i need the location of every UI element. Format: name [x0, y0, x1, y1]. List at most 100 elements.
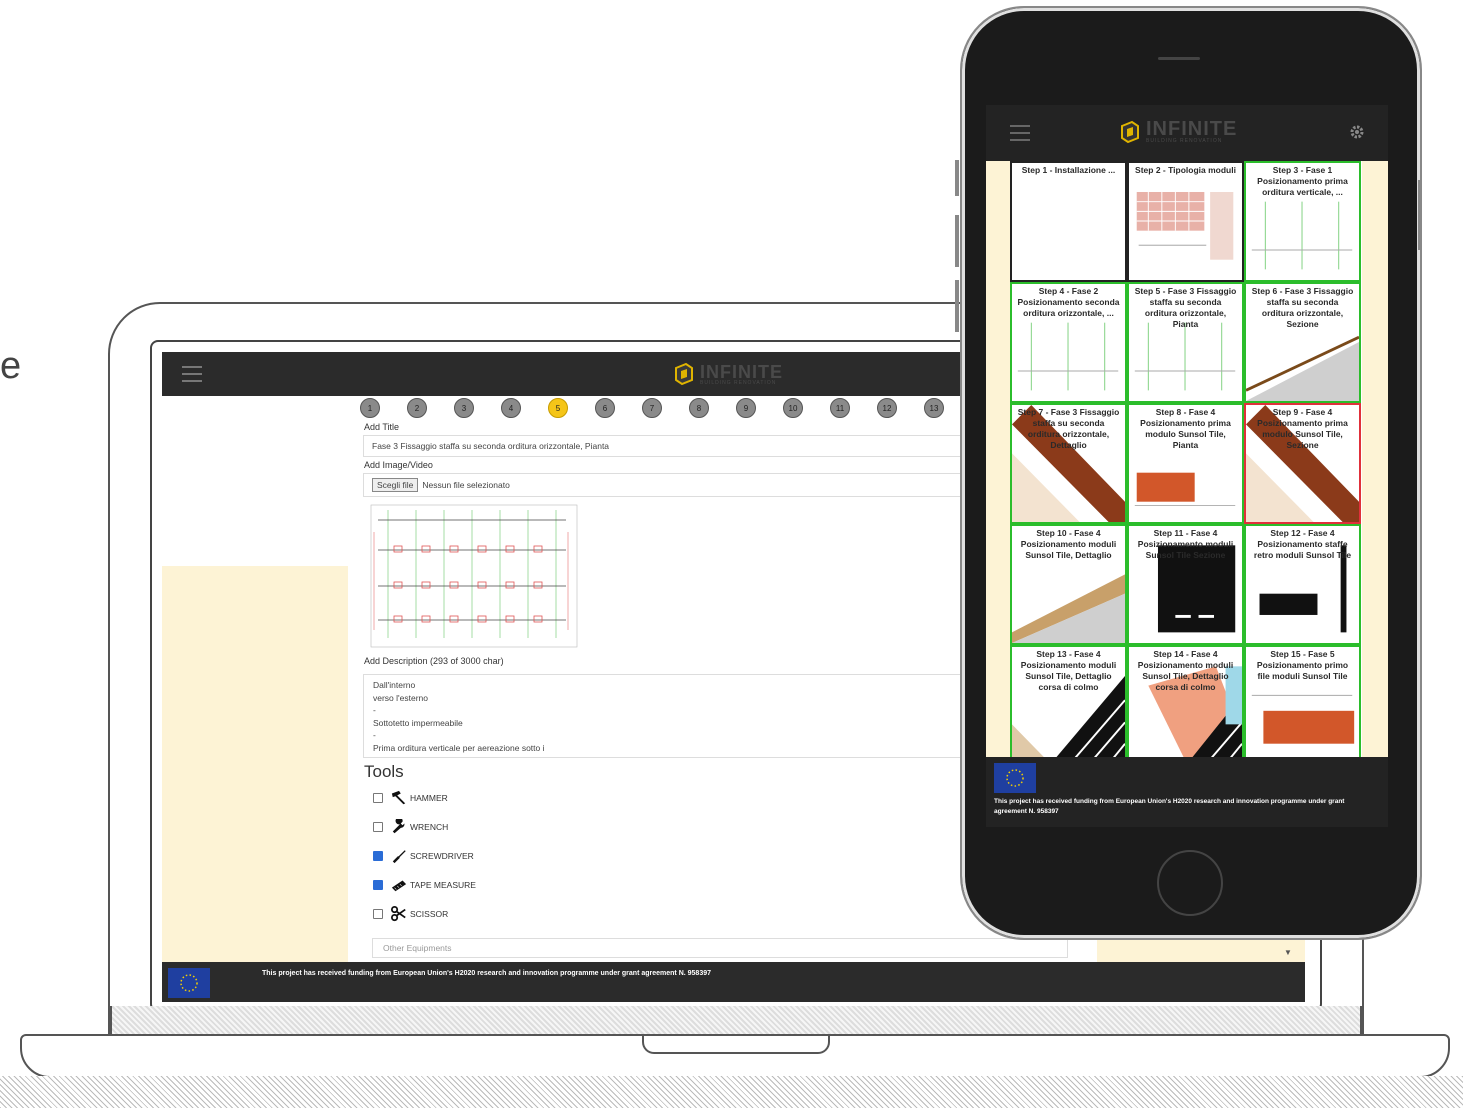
laptop-shadow: [0, 1076, 1463, 1108]
phone-volume-down: [955, 280, 959, 332]
step-1-button[interactable]: 1: [360, 398, 380, 418]
step-card[interactable]: Step 11 - Fase 4 Posizionamento moduli S…: [1127, 524, 1244, 645]
tool-option: HAMMER: [373, 790, 448, 806]
tool-label: WRENCH: [410, 822, 449, 832]
menu-icon[interactable]: [182, 366, 202, 382]
eu-flag-icon: [994, 763, 1036, 793]
tool-label: SCISSOR: [410, 909, 449, 919]
step-card-title: Step 10 - Fase 4 Posizionamento moduli S…: [1020, 528, 1117, 560]
app-footer: This project has received funding from E…: [162, 962, 1305, 1002]
step-card-title: Step 14 - Fase 4 Posizionamento moduli S…: [1137, 649, 1234, 692]
other-equipments-input[interactable]: Other Equipments: [372, 938, 1068, 958]
gear-icon[interactable]: [1348, 123, 1366, 141]
step-card[interactable]: Step 4 - Fase 2 Posizionamento seconda o…: [1010, 282, 1127, 403]
tool-checkbox[interactable]: [373, 909, 383, 919]
step-card-thumbnail: [1012, 163, 1125, 280]
step-8-button[interactable]: 8: [689, 398, 709, 418]
phone-home-button[interactable]: [1157, 850, 1223, 916]
step-card[interactable]: Step 6 - Fase 3 Fissaggio staffa su seco…: [1244, 282, 1361, 403]
scroll-caret-icon[interactable]: ▼: [1284, 948, 1292, 957]
funding-notice: This project has received funding from E…: [262, 970, 712, 977]
tool-checkbox[interactable]: [373, 793, 383, 803]
eu-flag-icon: [168, 968, 210, 998]
step-3-button[interactable]: 3: [454, 398, 474, 418]
step-card[interactable]: Step 2 - Tipologia moduli: [1127, 161, 1244, 282]
phone-mute-switch: [955, 160, 959, 196]
logo-tagline: BUILDING RENOVATION: [700, 379, 777, 386]
logo-word: INFINITE: [1146, 118, 1238, 140]
step-card[interactable]: Step 15 - Fase 5 Posizionamento primo fi…: [1244, 645, 1361, 766]
mobile-right-panel: [1362, 161, 1388, 761]
tool-option: SCISSOR: [373, 906, 448, 922]
step-card-grid: Step 1 - Installazione ... Step 2 - Tipol…: [1010, 161, 1362, 766]
wrench-icon: [392, 819, 405, 834]
step-7-button[interactable]: 7: [642, 398, 662, 418]
tape-measure-icon: [391, 880, 407, 892]
phone-speaker: [1158, 57, 1200, 60]
tool-checkbox[interactable]: [373, 880, 383, 890]
step-card-title: Step 3 - Fase 1 Posizionamento prima ord…: [1257, 165, 1348, 197]
phone-power-button: [1418, 180, 1422, 250]
mobile-footer: This project has received funding from E…: [986, 757, 1388, 827]
step-card[interactable]: Step 5 - Fase 3 Fissaggio staffa su seco…: [1127, 282, 1244, 403]
step-card-title: Step 12 - Fase 4 Posizionamento staffe r…: [1253, 528, 1352, 560]
step-card-title: Step 4 - Fase 2 Posizionamento seconda o…: [1017, 286, 1120, 318]
step-card[interactable]: Step 9 - Fase 4 Posizionamento prima mod…: [1244, 403, 1361, 524]
step-navigator: 1234567891011121314: [360, 398, 1018, 418]
left-panel: [162, 566, 348, 962]
scissor-icon: [391, 906, 406, 922]
media-label: Add Image/Video: [364, 460, 433, 470]
tool-checkbox[interactable]: [373, 851, 383, 861]
logo-mark-icon: [1121, 120, 1139, 143]
menu-icon[interactable]: [1010, 125, 1030, 141]
choose-file-button[interactable]: Scegli file: [372, 478, 419, 492]
step-2-button[interactable]: 2: [407, 398, 427, 418]
step-card[interactable]: Step 13 - Fase 4 Posizionamento moduli S…: [1010, 645, 1127, 766]
step-6-button[interactable]: 6: [595, 398, 615, 418]
step-card-thumbnail: [1136, 192, 1234, 260]
step-4-button[interactable]: 4: [501, 398, 521, 418]
tool-checkbox[interactable]: [373, 822, 383, 832]
title-label: Add Title: [364, 422, 400, 432]
step-13-button[interactable]: 13: [924, 398, 944, 418]
step-card[interactable]: Step 8 - Fase 4 Posizionamento prima mod…: [1127, 403, 1244, 524]
step-card-title: Step 2 - Tipologia moduli: [1135, 165, 1236, 175]
step-card[interactable]: Step 1 - Installazione ...: [1010, 161, 1127, 282]
logo-mark-icon: [675, 362, 693, 386]
logo-tagline: BUILDING RENOVATION: [1146, 138, 1223, 144]
step-card-title: Step 5 - Fase 3 Fissaggio staffa su seco…: [1134, 286, 1237, 329]
phone-volume-up: [955, 215, 959, 267]
step-card[interactable]: Step 3 - Fase 1 Posizionamento prima ord…: [1244, 161, 1361, 282]
step-9-button[interactable]: 9: [736, 398, 756, 418]
hammer-icon: [391, 790, 406, 805]
step-card[interactable]: Step 14 - Fase 4 Posizionamento moduli S…: [1127, 645, 1244, 766]
app-logo: INFINITE BUILDING RENOVATION: [1120, 119, 1237, 144]
tool-option: TAPE MEASURE: [373, 877, 476, 893]
step-card-title: Step 15 - Fase 5 Posizionamento primo fi…: [1256, 649, 1349, 681]
step-card-title: Step 8 - Fase 4 Posizionamento prima mod…: [1140, 407, 1231, 450]
step-card[interactable]: Step 7 - Fase 3 Fissaggio staffa su seco…: [1010, 403, 1127, 524]
step-card-title: Step 11 - Fase 4 Posizionamento moduli S…: [1137, 528, 1234, 560]
tool-label: SCREWDRIVER: [410, 851, 474, 861]
left-blank: [162, 396, 348, 566]
file-status: Nessun file selezionato: [422, 480, 510, 490]
step-card-title: Step 7 - Fase 3 Fissaggio staffa su seco…: [1017, 407, 1120, 450]
step-card[interactable]: Step 10 - Fase 4 Posizionamento moduli S…: [1010, 524, 1127, 645]
tool-label: TAPE MEASURE: [410, 880, 476, 890]
floor-plan-preview: [370, 504, 578, 648]
mobile-left-panel: [986, 161, 1012, 761]
step-11-button[interactable]: 11: [830, 398, 850, 418]
tool-option: SCREWDRIVER: [373, 848, 474, 864]
phone-screen: INFINITE BUILDING RENOVATION Step 1 - In…: [986, 105, 1388, 827]
step-card-title: Step 1 - Installazione ...: [1021, 165, 1116, 175]
step-card[interactable]: Step 12 - Fase 4 Posizionamento staffe r…: [1244, 524, 1361, 645]
step-card-title: Step 6 - Fase 3 Fissaggio staffa su seco…: [1251, 286, 1354, 329]
step-10-button[interactable]: 10: [783, 398, 803, 418]
tool-label: HAMMER: [410, 793, 448, 803]
mobile-topbar: INFINITE BUILDING RENOVATION: [986, 105, 1388, 161]
step-12-button[interactable]: 12: [877, 398, 897, 418]
logo-word: INFINITE: [700, 361, 783, 382]
laptop-hinge: [110, 1006, 1362, 1036]
step-5-button[interactable]: 5: [548, 398, 568, 418]
step-card-title: Step 9 - Fase 4 Posizionamento prima mod…: [1257, 407, 1348, 450]
